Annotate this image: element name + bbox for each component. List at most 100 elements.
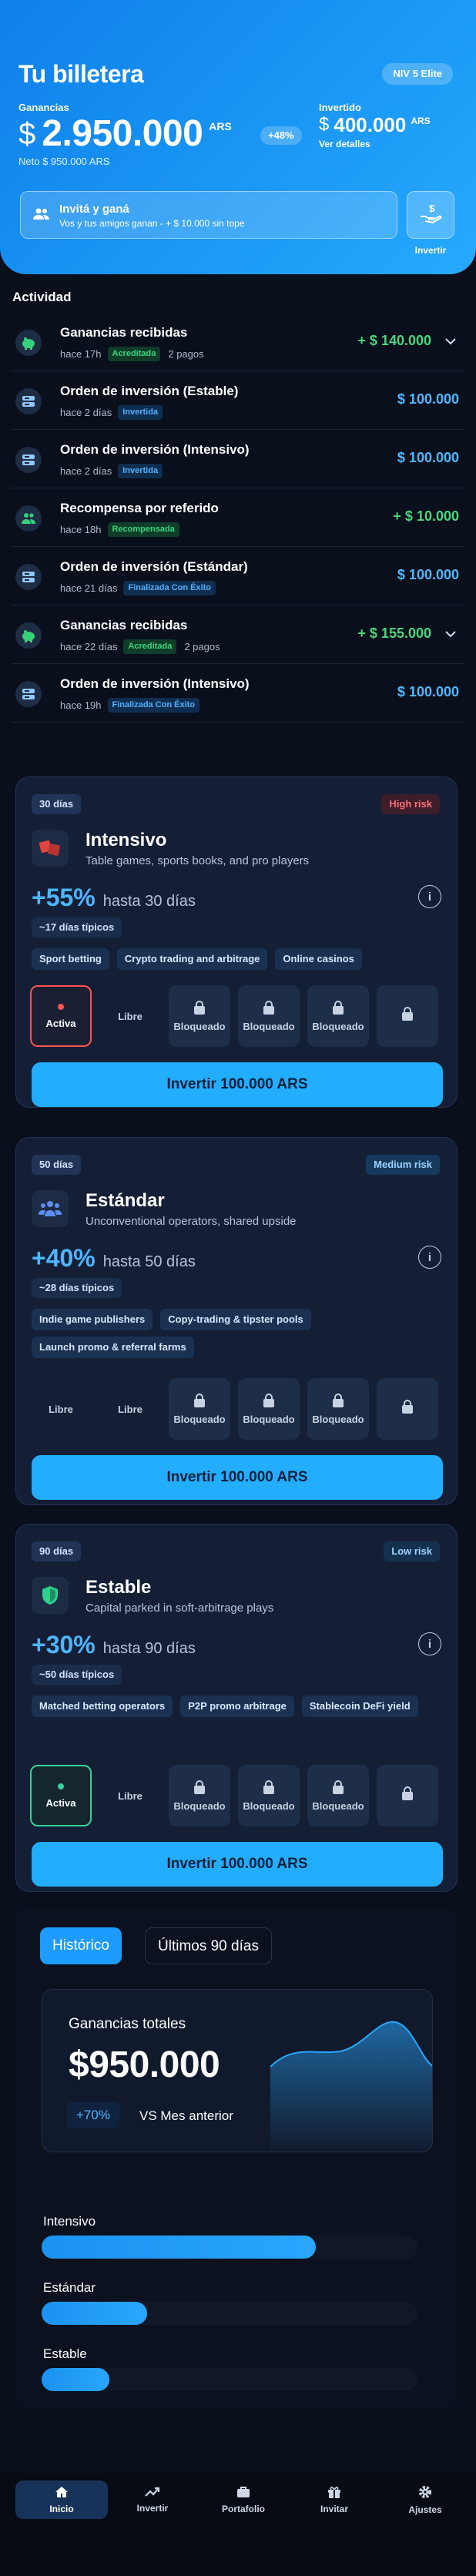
- plan-slot[interactable]: Libre: [99, 985, 161, 1047]
- yield-horizon: hasta 90 días: [102, 1640, 196, 1657]
- plan-slot[interactable]: Bloqueado: [238, 985, 300, 1047]
- activity-status-badge: Acreditada: [123, 639, 177, 654]
- order-icon: [15, 564, 42, 590]
- balance-unit: ARS: [209, 120, 232, 132]
- plan-slot[interactable]: Libre: [99, 1765, 161, 1826]
- invite-banner[interactable]: Invitá y ganá Vos y tus amigos ganan - +…: [20, 191, 397, 239]
- nav-label: Invitar: [320, 2503, 348, 2514]
- typical-duration: ~17 días típicos: [32, 917, 122, 937]
- plan-slot[interactable]: [377, 1378, 438, 1440]
- plan-slot[interactable]: Bloqueado: [169, 1765, 230, 1826]
- activity-amount: + $ 155.000: [357, 626, 431, 641]
- plan-tag: Matched betting operators: [32, 1696, 173, 1717]
- plan-bar-track: [42, 2236, 417, 2259]
- plan-slot[interactable]: Bloqueado: [238, 1378, 300, 1440]
- shield-icon: [32, 1577, 69, 1614]
- dice-icon: [32, 830, 69, 867]
- chevron-down-icon[interactable]: [445, 333, 456, 349]
- order-icon: [15, 388, 42, 414]
- level-badge[interactable]: NIV 5 Elite: [382, 63, 453, 85]
- plan-slot[interactable]: Bloqueado: [307, 1765, 369, 1826]
- plan-tag: Indie game publishers: [32, 1309, 153, 1330]
- activity-row[interactable]: Recompensa por referido hace 18h Recompens…: [11, 488, 465, 547]
- invest-plan-button[interactable]: Invertir 100.000 ARS: [32, 1062, 443, 1107]
- yield-horizon: hasta 50 días: [102, 1253, 196, 1270]
- piggy-bank-icon: [15, 330, 42, 356]
- activity-status-badge: Invertida: [118, 464, 163, 478]
- nav-item-ajustes[interactable]: Ajustes: [379, 2480, 471, 2519]
- plan-slot[interactable]: Libre: [30, 1378, 92, 1440]
- order-icon: [15, 447, 42, 473]
- invest-button[interactable]: $: [407, 191, 454, 239]
- slot-label: Libre: [118, 1789, 142, 1802]
- plan-slot[interactable]: [377, 1765, 438, 1826]
- activity-amount: $ 100.000: [397, 567, 459, 582]
- activity-meta: hace 21 días Finalizada Con Éxito: [60, 581, 216, 595]
- info-icon[interactable]: i: [418, 885, 441, 908]
- activity-row[interactable]: Orden de inversión (Estándar) hace 21 día…: [11, 547, 465, 605]
- activity-row[interactable]: Ganancias recibidas hace 22 días Acreditad…: [11, 605, 465, 664]
- plan-slot[interactable]: Bloqueado: [169, 1378, 230, 1440]
- plan-bar-label: Estándar: [43, 2280, 96, 2295]
- activity-row[interactable]: Orden de inversión (Intensivo) hace 19h Fi…: [11, 664, 465, 723]
- slot-label: Libre: [118, 1403, 142, 1415]
- tab-last-90-days[interactable]: Últimos 90 días: [145, 1927, 272, 1964]
- plan-slot[interactable]: Activa: [30, 985, 92, 1047]
- activity-row[interactable]: Ganancias recibidas hace 17h Acreditada 2 p…: [11, 313, 465, 371]
- risk-badge: Medium risk: [366, 1155, 440, 1175]
- plan-duration-badge: 50 días: [32, 1155, 82, 1175]
- plan-description: Unconventional operators, shared upside: [85, 1215, 297, 1228]
- plan-bar-track: [42, 2368, 417, 2391]
- plan-slot[interactable]: Bloqueado: [307, 985, 369, 1047]
- trend-icon: [145, 2487, 160, 2503]
- plan-bar-fill: [42, 2368, 109, 2391]
- plan-slot[interactable]: Activa: [30, 1765, 92, 1826]
- plan-slot[interactable]: Libre: [99, 1378, 161, 1440]
- gift-icon: [327, 2486, 341, 2504]
- plan-slot[interactable]: Bloqueado: [169, 985, 230, 1047]
- activity-title-text: Orden de inversión (Intensivo): [60, 676, 250, 691]
- activity-time: hace 2 días: [60, 407, 112, 418]
- activity-amount: $ 100.000: [397, 684, 459, 699]
- lock-icon: [401, 1399, 414, 1417]
- activity-time: hace 2 días: [60, 465, 112, 477]
- info-icon[interactable]: i: [418, 1246, 441, 1269]
- details-link[interactable]: Ver detalles: [319, 139, 370, 149]
- activity-row[interactable]: Orden de inversión (Estable) hace 2 días I…: [11, 371, 465, 430]
- invest-plan-button[interactable]: Invertir 100.000 ARS: [32, 1842, 443, 1887]
- yield-horizon: hasta 30 días: [102, 893, 196, 910]
- nav-label: Ajustes: [408, 2504, 442, 2515]
- invested-label: Invertido: [319, 102, 361, 113]
- order-icon: [15, 681, 42, 707]
- group-icon: [32, 1190, 69, 1227]
- piggy-bank-icon: [15, 622, 42, 649]
- svg-text:$: $: [429, 203, 435, 214]
- plan-tag: Sport betting: [32, 948, 109, 970]
- active-dot: [58, 1003, 64, 1010]
- invest-button-label: Invertir: [414, 245, 447, 256]
- slot-label: Bloqueado: [173, 1021, 226, 1032]
- invest-plan-button[interactable]: Invertir 100.000 ARS: [32, 1455, 443, 1500]
- nav-item-invitar[interactable]: Invitar: [288, 2480, 380, 2519]
- nav-item-portafolio[interactable]: Portafolio: [197, 2480, 290, 2519]
- plan-duration-badge: 30 días: [32, 794, 82, 814]
- activity-status-badge: Finalizada Con Éxito: [107, 698, 200, 713]
- activity-row[interactable]: Orden de inversión (Intensivo) hace 2 día…: [11, 430, 465, 488]
- plan-slot[interactable]: [377, 985, 438, 1047]
- lock-icon: [401, 1006, 414, 1024]
- info-icon[interactable]: i: [418, 1632, 441, 1655]
- activity-status-badge: Invertida: [118, 405, 163, 420]
- hand-money-icon: $: [419, 203, 442, 228]
- slot-label: Activa: [45, 1017, 76, 1029]
- plan-slot[interactable]: Bloqueado: [238, 1765, 300, 1826]
- plan-slot[interactable]: Bloqueado: [307, 1378, 369, 1440]
- plan-bar-fill: [42, 2302, 147, 2325]
- slot-label: Bloqueado: [173, 1414, 226, 1425]
- nav-item-invertir[interactable]: Invertir: [106, 2480, 199, 2519]
- nav-item-inicio[interactable]: Inicio: [15, 2480, 108, 2519]
- chevron-down-icon[interactable]: [445, 626, 456, 642]
- lock-icon: [331, 1779, 345, 1797]
- tab-history[interactable]: Histórico: [40, 1927, 122, 1964]
- plan-description: Table games, sports books, and pro playe…: [85, 854, 310, 867]
- lock-icon: [262, 1000, 276, 1018]
